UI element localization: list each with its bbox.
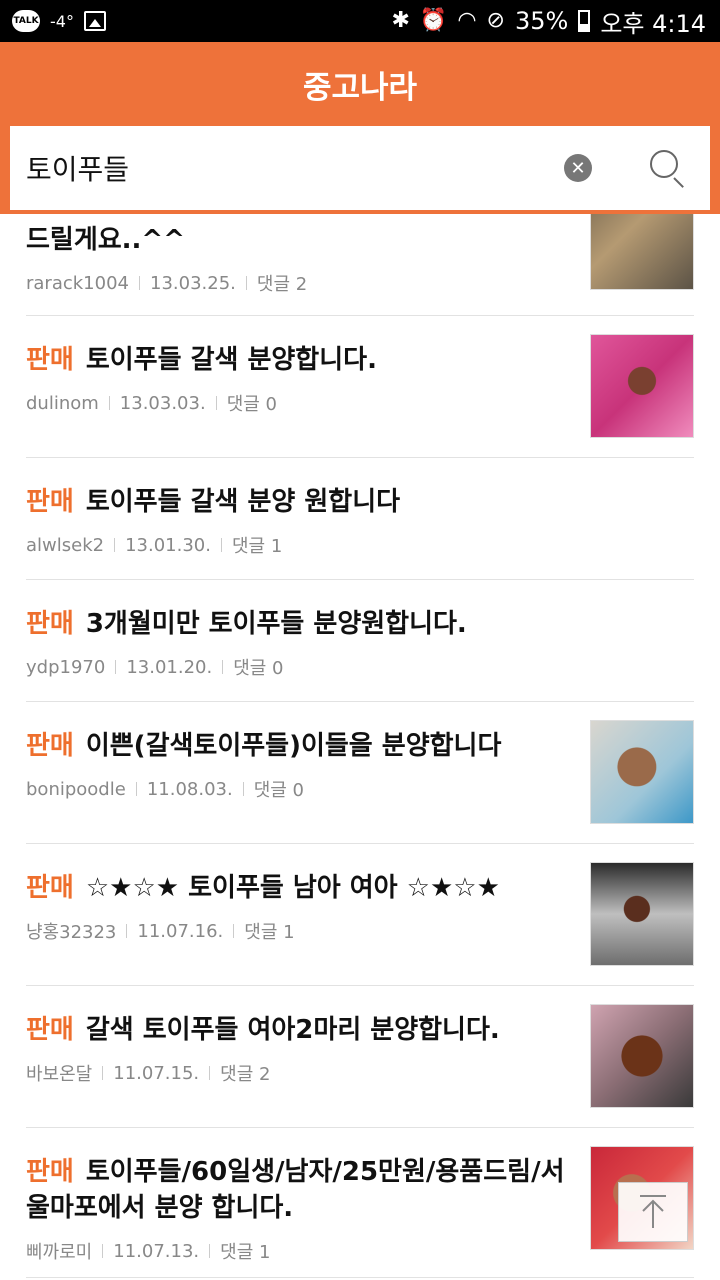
meta-divider [102,1066,104,1080]
sale-tag: 판매 [26,731,74,761]
item-comments: 댓글 1 [231,536,283,557]
list-item[interactable]: 판매 ☆★☆★ 토이푸들 남아 여아 ☆★☆★ 냥홍32323 11.07.16. 댓글… [26,844,694,986]
meta-divider [115,660,117,674]
meta-divider [242,782,244,796]
item-date: 13.03.03. [119,392,206,414]
item-comments: 댓글 1 [244,922,295,943]
item-comments: 댓글 2 [256,274,308,295]
item-author: alwlsek2 [26,534,105,556]
alarm-icon: ⏰ [419,8,448,33]
item-date: 11.07.15. [113,1062,200,1084]
item-author: 냥홍32323 [26,922,117,943]
meta-divider [139,276,140,290]
item-thumbnail[interactable] [590,720,694,824]
item-title: 판매 토이푸들 갈색 분양합니다. [26,342,576,378]
search-icon[interactable] [650,150,686,188]
battery-icon [578,10,591,32]
item-comments: 댓글 0 [233,658,284,679]
item-title-text: ☆★☆★ 토이푸들 남아 여아 ☆★☆★ [85,873,500,903]
list-item[interactable]: 판매 토이푸들 갈색 분양 원합니다 alwlsek2 13.01.30. 댓글 1 [26,458,694,580]
list-item[interactable]: 판매 토이푸들/60일생/남자/25만원/용품드림/서울마포에서 분양 합니다. 삐… [26,1128,694,1278]
search-bar: ✕ [10,126,710,210]
item-author: 바보온달 [26,1064,93,1085]
item-thumbnail[interactable] [590,1004,694,1108]
sale-tag: 판매 [26,609,74,639]
meta-divider [102,1244,104,1258]
meta-divider [209,1066,211,1080]
meta-divider [126,924,128,938]
item-meta: alwlsek2 13.01.30. 댓글 1 [26,532,694,558]
item-title: 판매 토이푸들/60일생/남자/25만원/용품드림/서울마포에서 분양 합니다. [26,1154,576,1226]
meta-divider [245,276,247,290]
item-title-text: 갈색 토이푸들 여아2마리 분양합니다. [85,1015,500,1045]
meta-divider [220,538,222,552]
item-title-text: 토이푸들 갈색 분양 원합니다 [85,487,401,517]
item-title: 판매 토이푸들 갈색 분양 원합니다 [26,484,576,520]
meta-divider [209,1244,211,1258]
wifi-icon: ◠ [457,8,477,33]
meta-divider [215,396,217,410]
item-meta: ydp1970 13.01.20. 댓글 0 [26,654,694,680]
item-title-text: 이쁜(갈색토이푸들)이들을 분양합니다 [85,731,502,761]
meta-divider [108,396,110,410]
list-item[interactable]: 판매 3개월미만 토이푸들 분양원합니다. ydp1970 13.01.20. 댓글 0 [26,580,694,702]
clear-icon[interactable]: ✕ [564,154,592,182]
sale-tag: 판매 [26,1015,74,1045]
temperature-text: -4° [50,11,74,31]
meta-divider [222,660,224,674]
kakaotalk-notification-icon: TALK [12,10,40,32]
item-date: 13.01.30. [125,534,211,556]
battery-percent: 35% [514,7,569,35]
sale-tag: 판매 [26,873,74,903]
clock: 오후 4:14 [600,9,706,38]
item-date: 11.07.13. [113,1240,200,1262]
meta-divider [233,924,235,938]
search-input[interactable] [26,151,564,185]
arrow-up-icon [640,1195,666,1228]
meta-divider [135,782,137,796]
item-author: 삐까로미 [26,1242,93,1263]
list-item[interactable]: 판매 이쁜(갈색토이푸들)이들을 분양합니다 bonipoodle 11.08.03.… [26,702,694,844]
item-comments: 댓글 2 [220,1064,271,1085]
list-item[interactable]: 판매 갈색 토이푸들 여아2마리 분양합니다. 바보온달 11.07.15. 댓글 2 [26,986,694,1128]
item-title: 판매 3개월미만 토이푸들 분양원합니다. [26,606,576,642]
item-comments: 댓글 0 [226,394,277,415]
item-author: dulinom [26,392,99,414]
sale-tag: 판매 [26,345,74,375]
item-title-text: 드릴게요..^^ [26,225,186,255]
do-not-disturb-icon: ⊘ [486,8,505,33]
item-thumbnail[interactable] [590,862,694,966]
item-title-text: 토이푸들/60일생/남자/25만원/용품드림/서울마포에서 분양 합니다. [26,1157,565,1223]
item-title-text: 3개월미만 토이푸들 분양원합니다. [85,609,467,639]
meta-divider [114,538,116,552]
image-notification-icon [83,11,106,31]
item-author: bonipoodle [26,778,126,800]
sale-tag: 판매 [26,1157,74,1187]
item-author: ydp1970 [26,656,106,678]
page-title: 중고나라 [302,70,418,106]
item-title: 판매 이쁜(갈색토이푸들)이들을 분양합니다 [26,728,576,764]
scroll-to-top-button[interactable] [618,1182,688,1242]
item-title: 드릴게요..^^ [26,222,576,258]
item-author: rarack1004 [26,272,129,294]
item-date: 13.03.25. [150,272,236,294]
item-comments: 댓글 1 [220,1242,271,1263]
item-title: 판매 갈색 토이푸들 여아2마리 분양합니다. [26,1012,576,1048]
status-bar: TALK -4° ✱ ⏰ ◠ ⊘ 35% 오후 4:14 [0,0,720,42]
list-item[interactable]: 판매 토이푸들 갈색 분양합니다. dulinom 13.03.03. 댓글 0 [26,316,694,458]
item-date: 13.01.20. [126,656,213,678]
item-date: 11.08.03. [146,778,233,800]
item-comments: 댓글 0 [253,780,304,801]
list-item[interactable]: 드릴게요..^^ rarack1004 13.03.25. 댓글 2 [26,186,694,316]
bluetooth-icon: ✱ [391,8,410,33]
item-title-text: 토이푸들 갈색 분양합니다. [85,345,377,375]
item-thumbnail[interactable] [590,334,694,438]
item-date: 11.07.16. [137,920,224,942]
item-title: 판매 ☆★☆★ 토이푸들 남아 여아 ☆★☆★ [26,870,576,906]
sale-tag: 판매 [26,487,74,517]
